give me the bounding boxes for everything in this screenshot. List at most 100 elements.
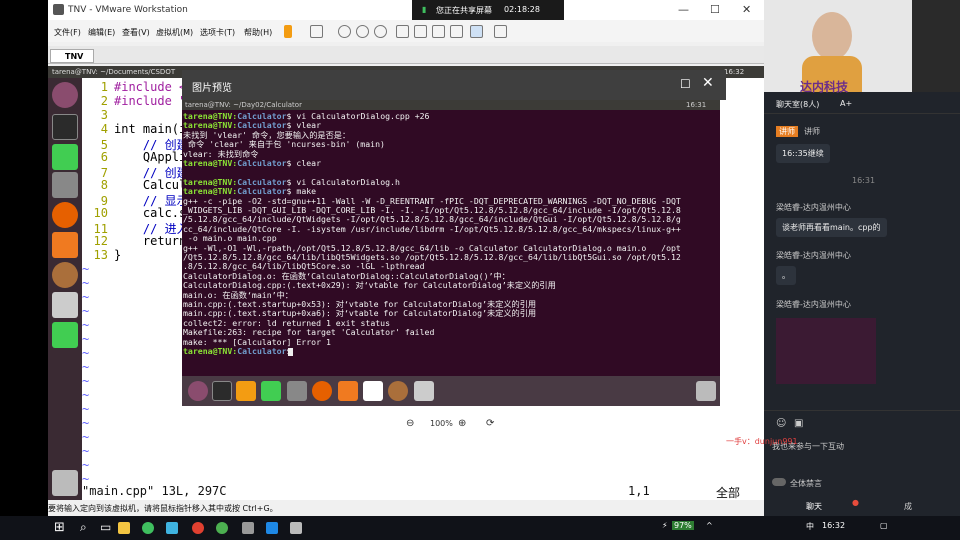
prompt-user: tarena@TNV: — [183, 346, 238, 356]
fullscreen-icon[interactable] — [432, 25, 445, 38]
rotate-icon[interactable]: ⟳ — [486, 418, 494, 429]
brand-watermark: 达内科技 — [800, 80, 849, 94]
prompt-user: tarena@TNV: — [183, 158, 238, 168]
terminal-title: tarena@TNV: ~/Day02/Calculator — [185, 101, 302, 109]
snapshot-icon[interactable] — [338, 25, 351, 38]
text-editor-icon[interactable] — [52, 292, 78, 318]
trash-icon — [696, 381, 716, 401]
mute-all-toggle[interactable] — [772, 478, 786, 486]
settings-icon — [388, 381, 408, 401]
vim-empty-line: ~ — [82, 444, 90, 458]
app-icon[interactable] — [192, 522, 204, 534]
zoom-out-icon[interactable]: ⊖ — [406, 418, 414, 429]
chat-image-thumbnail[interactable] — [776, 318, 876, 384]
qtcreator-icon[interactable] — [52, 144, 78, 170]
console-view-icon[interactable] — [470, 25, 483, 38]
menu-edit[interactable]: 编辑(E) — [88, 27, 115, 38]
emoji-icon[interactable]: ☺ — [776, 418, 786, 429]
share-text: 您正在共享屏幕 — [436, 6, 492, 15]
vmware-title: TNV - VMware Workstation — [68, 5, 188, 15]
preview-title: 图片预览 — [192, 83, 232, 94]
image-icon[interactable]: ▣ — [794, 418, 803, 429]
manage-snapshots-icon[interactable] — [374, 25, 387, 38]
files-icon[interactable] — [52, 172, 78, 198]
vim-line: 3 — [82, 108, 114, 122]
task-view-icon[interactable]: ▭ — [100, 520, 111, 534]
line-number: 4 — [100, 122, 108, 136]
menu-vm[interactable]: 虚拟机(M) — [156, 27, 193, 38]
terminal-line: tarena@TNV:Calculator$ clear — [183, 158, 321, 168]
vim-file-info: "main.cpp" 13L, 297C — [82, 484, 227, 498]
vim-cursor-pos: 1,1 — [628, 484, 650, 498]
prompt-dir: Calculator — [237, 158, 287, 168]
taskbar-clock[interactable]: 16:32 — [822, 521, 845, 530]
zoom-in-icon[interactable]: ⊕ — [458, 418, 466, 429]
vim-statusline: "main.cpp" 13L, 297C 1,1 全部 — [82, 484, 764, 500]
chat-sender: 梁皓睿-达内温州中心 — [776, 251, 851, 260]
terminal-icon[interactable] — [52, 114, 78, 140]
software-center-icon[interactable] — [52, 232, 78, 258]
windows-start-icon[interactable]: ⊞ — [54, 520, 65, 535]
maximize-icon[interactable]: ☐ — [710, 3, 720, 16]
sidebar-toggle-icon[interactable] — [396, 25, 409, 38]
menu-file[interactable]: 文件(F) — [54, 27, 81, 38]
image-preview-window: 图片预览 ☐ ✕ tarena@TNV: ~/Day02/Calculator … — [182, 70, 726, 440]
maximize-icon[interactable]: ☐ — [680, 77, 691, 91]
mute-all-label: 全体禁言 — [790, 479, 822, 488]
chat-message: 。 — [776, 266, 796, 285]
explorer-icon[interactable] — [118, 522, 130, 534]
unity-icon[interactable] — [450, 25, 463, 38]
settings-icon[interactable] — [52, 262, 78, 288]
vim-empty-line: ~ — [82, 276, 90, 290]
firefox-icon[interactable] — [52, 202, 78, 228]
ime-indicator[interactable]: 中 — [806, 521, 814, 532]
tab-more[interactable]: 成 — [904, 501, 912, 512]
amazon-icon — [363, 381, 383, 401]
revert-icon[interactable] — [356, 25, 369, 38]
lecturer-badge: 讲师 — [776, 126, 798, 137]
thumbnail-icon[interactable] — [414, 25, 427, 38]
menu-tabs[interactable]: 选项卡(T) — [200, 27, 235, 38]
vim-empty-line: ~ — [82, 458, 90, 472]
battery-level: 97% — [672, 521, 694, 530]
chevron-up-icon[interactable]: ^ — [706, 521, 713, 530]
vmware-status-hint: 要将输入定向到该虚拟机，请将鼠标指针移入其中或按 Ctrl+G。 — [48, 504, 278, 513]
ubuntu-dash-icon[interactable] — [52, 82, 78, 108]
menu-view[interactable]: 查看(V) — [122, 27, 150, 38]
vim-line: 2 #include "C — [82, 94, 194, 108]
pause-icon[interactable] — [284, 25, 292, 38]
wechat-icon[interactable] — [142, 522, 154, 534]
minimize-icon[interactable]: — — [678, 3, 689, 16]
vim-line: 10 calc.sh — [82, 206, 194, 220]
close-icon[interactable]: ✕ — [702, 75, 714, 91]
qt-assistant-icon[interactable] — [52, 322, 78, 348]
ubuntu-dash-icon — [188, 381, 208, 401]
lecturer-name: 讲师 — [804, 127, 820, 136]
vim-scroll-pos: 全部 — [716, 486, 741, 500]
notification-icon[interactable]: ▢ — [880, 521, 888, 530]
app-icon[interactable] — [290, 522, 302, 534]
terminal-window-title: tarena@TNV: ~/Documents/CSDOT — [52, 68, 176, 76]
close-icon[interactable]: ✕ — [742, 3, 751, 16]
menu-help[interactable]: 帮助(H) — [244, 27, 272, 38]
tab-tnv[interactable]: TNV — [50, 49, 94, 63]
app-icon[interactable] — [242, 522, 254, 534]
vim-empty-line: ~ — [82, 262, 90, 276]
vim-line: 11 // 进入 — [82, 220, 189, 236]
chrome-icon[interactable] — [216, 522, 228, 534]
terminal-titlebar: tarena@TNV: ~/Day02/Calculator 16:31 — [182, 100, 720, 110]
font-size-button[interactable]: A+ — [840, 99, 852, 108]
app-icon[interactable] — [166, 522, 178, 534]
send-keys-icon[interactable] — [310, 25, 323, 38]
tab-chat[interactable]: 聊天 — [806, 501, 822, 512]
search-icon[interactable]: ⌕ — [80, 520, 87, 535]
line-number: 2 — [100, 94, 108, 108]
terminal-icon — [212, 381, 232, 401]
vim-empty-line: ~ — [82, 318, 90, 332]
chat-timestamp: 16:31 — [852, 176, 876, 185]
stretch-icon[interactable] — [494, 25, 507, 38]
trash-icon[interactable] — [52, 470, 78, 496]
vmware-taskbar-icon[interactable] — [266, 522, 278, 534]
vmware-titlebar[interactable]: TNV - VMware Workstation — ☐ ✕ — [48, 0, 764, 20]
line-number: 13 — [93, 248, 108, 262]
